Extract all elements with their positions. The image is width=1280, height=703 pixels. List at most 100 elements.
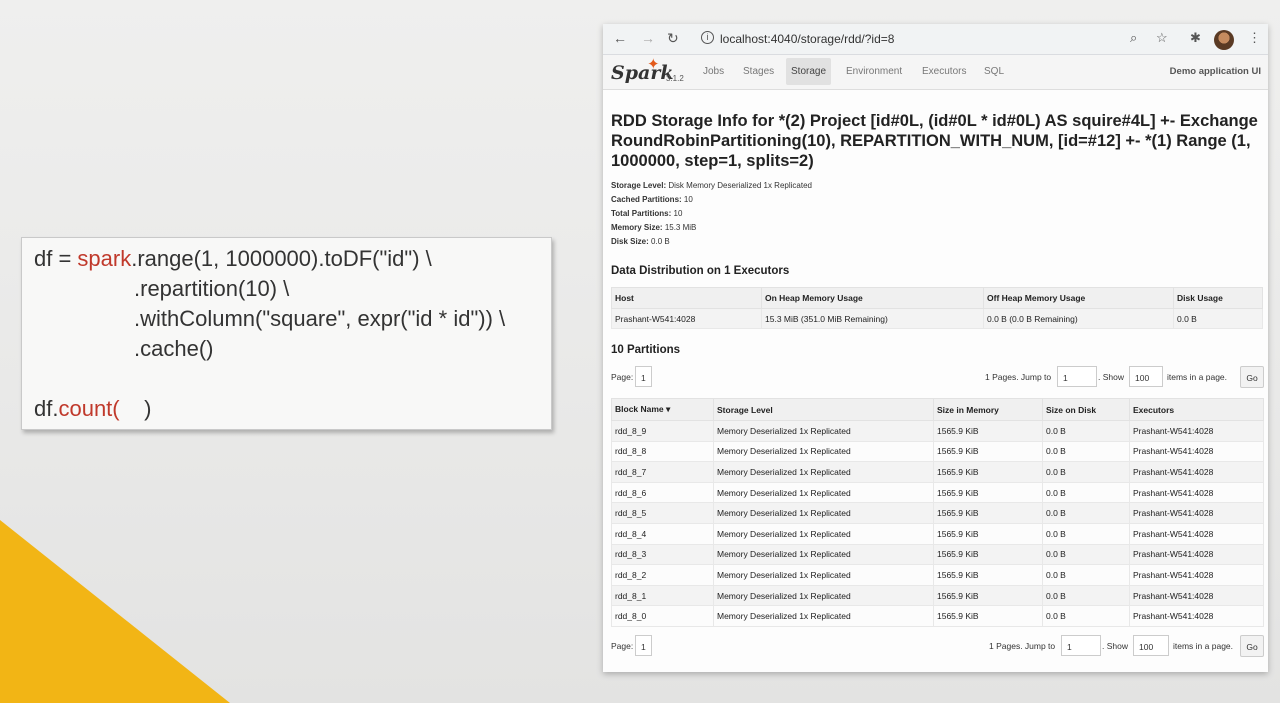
tab-storage[interactable]: Storage: [786, 58, 832, 85]
table-row: rdd_8_6 Memory Deserialized 1x Replicated…: [611, 481, 1264, 504]
page-label: Page:: [611, 641, 634, 651]
tab-sql[interactable]: SQL: [984, 66, 1004, 77]
star-icon[interactable]: ☆: [1156, 30, 1168, 46]
spark-navbar: Spark ✦ 3.1.2 Jobs Stages Storage Enviro…: [603, 55, 1268, 90]
table-header[interactable]: Block Name ▾: [611, 398, 714, 421]
spark-star-icon: ✦: [647, 56, 660, 73]
table-row: rdd_8_4 Memory Deserialized 1x Replicated…: [611, 522, 1264, 545]
tab-stages[interactable]: Stages: [743, 66, 774, 77]
table-header[interactable]: Executors: [1129, 398, 1264, 421]
info-total-partitions: Total Partitions: 10: [611, 209, 683, 218]
table-cell: 0.0 B: [1042, 605, 1130, 627]
info-cached-partitions: Cached Partitions: 10: [611, 195, 693, 204]
address-bar[interactable]: localhost:4040/storage/rdd/?id=8: [720, 32, 894, 46]
blocks-table: Block Name ▾ Storage Level Size in Memor…: [611, 398, 1264, 627]
table-cell: Memory Deserialized 1x Replicated: [713, 522, 934, 545]
info-memory-size: Memory Size: 15.3 MiB: [611, 223, 697, 232]
info-storage-level: Storage Level: Disk Memory Deserialized …: [611, 181, 812, 190]
table-row: Prashant-W541:4028 15.3 MiB (351.0 MiB R…: [611, 308, 1263, 329]
forward-arrow-icon[interactable]: →: [641, 30, 655, 46]
spark-version: 3.1.2: [666, 74, 684, 83]
table-row: rdd_8_7 Memory Deserialized 1x Replicated…: [611, 461, 1264, 483]
table-cell: 0.0 B: [1042, 564, 1130, 586]
browser-window: ← → ↻ i localhost:4040/storage/rdd/?id=8…: [603, 24, 1268, 672]
table-cell: Memory Deserialized 1x Replicated: [713, 605, 934, 627]
pagination-bottom: Page: 1 1 Pages. Jump to 1 . Show 100 it…: [611, 635, 1264, 657]
code-line-2: .repartition(10) \: [134, 276, 290, 301]
table-cell: Prashant-W541:4028: [1129, 481, 1264, 504]
table-cell: Prashant-W541:4028: [1129, 605, 1264, 627]
tab-environment[interactable]: Environment: [846, 66, 902, 77]
reload-icon[interactable]: ↻: [667, 30, 679, 47]
profile-avatar[interactable]: [1214, 30, 1234, 50]
table-cell: 0.0 B: [1042, 420, 1130, 442]
table-cell: 1565.9 KiB: [933, 461, 1043, 483]
table-cell: 1565.9 KiB: [933, 440, 1043, 463]
jump-to-input[interactable]: 1: [1061, 635, 1101, 656]
table-row: rdd_8_9 Memory Deserialized 1x Replicated…: [611, 420, 1264, 442]
page-number-link[interactable]: 1: [635, 635, 652, 656]
info-icon[interactable]: i: [701, 31, 714, 44]
table-cell: 1565.9 KiB: [933, 502, 1043, 524]
table-header[interactable]: Size in Memory: [933, 398, 1043, 421]
menu-icon[interactable]: ⋮: [1248, 30, 1261, 46]
table-cell: Memory Deserialized 1x Replicated: [713, 564, 934, 586]
table-header[interactable]: Off Heap Memory Usage: [983, 287, 1174, 309]
code-line-4: .cache(): [134, 336, 214, 361]
executor-table: Host On Heap Memory Usage Off Heap Memor…: [611, 287, 1263, 329]
extensions-icon[interactable]: ✱: [1190, 30, 1201, 46]
page-size-input[interactable]: 100: [1133, 635, 1169, 656]
table-header[interactable]: Size on Disk: [1042, 398, 1130, 421]
table-cell: 0.0 B: [1042, 543, 1130, 566]
pages-text: 1 Pages. Jump to: [989, 641, 1056, 651]
table-cell: 1565.9 KiB: [933, 584, 1043, 607]
show-text: . Show: [1102, 641, 1128, 651]
go-button[interactable]: Go: [1240, 366, 1264, 388]
table-cell: Memory Deserialized 1x Replicated: [713, 420, 934, 442]
app-name: Demo application UI: [1169, 66, 1261, 77]
page-size-input[interactable]: 100: [1129, 366, 1163, 387]
back-arrow-icon[interactable]: ←: [613, 30, 627, 46]
table-cell: 0.0 B: [1042, 440, 1130, 463]
jump-to-input[interactable]: 1: [1057, 366, 1097, 387]
table-row: rdd_8_0 Memory Deserialized 1x Replicated…: [611, 605, 1264, 627]
spark-logo[interactable]: Spark ✦ 3.1.2: [611, 56, 686, 86]
zoom-icon[interactable]: ⌕: [1130, 30, 1137, 46]
table-cell: rdd_8_5: [611, 502, 714, 524]
table-cell: 1565.9 KiB: [933, 543, 1043, 566]
pagination-top: Page: 1 1 Pages. Jump to 1 . Show 100 it…: [611, 366, 1264, 388]
go-button[interactable]: Go: [1240, 635, 1264, 657]
storage-summary: Storage Level: Disk Memory Deserialized …: [611, 179, 812, 249]
page-number-link[interactable]: 1: [635, 366, 652, 387]
table-cell: Prashant-W541:4028: [1129, 420, 1264, 442]
code-snippet: df = spark.range(1, 1000000).toDF("id") …: [21, 237, 552, 430]
info-disk-size: Disk Size: 0.0 B: [611, 237, 670, 246]
table-cell: 0.0 B: [1042, 522, 1130, 545]
page-title: RDD Storage Info for *(2) Project [id#0L…: [611, 112, 1258, 170]
tab-executors[interactable]: Executors: [922, 66, 966, 77]
table-cell: Prashant-W541:4028: [611, 308, 762, 329]
table-cell: Prashant-W541:4028: [1129, 522, 1264, 545]
table-header[interactable]: On Heap Memory Usage: [761, 287, 984, 309]
table-cell: 0.0 B: [1042, 584, 1130, 607]
table-cell: rdd_8_9: [611, 420, 714, 442]
items-text: items in a page.: [1173, 641, 1234, 651]
tab-jobs[interactable]: Jobs: [703, 66, 724, 77]
table-cell: rdd_8_3: [611, 543, 714, 566]
table-cell: 1565.9 KiB: [933, 481, 1043, 504]
partitions-heading: 10 Partitions: [611, 344, 681, 356]
table-cell: Memory Deserialized 1x Replicated: [713, 502, 934, 524]
table-header[interactable]: Disk Usage: [1173, 287, 1263, 309]
table-row: rdd_8_1 Memory Deserialized 1x Replicated…: [611, 584, 1264, 607]
table-cell: Prashant-W541:4028: [1129, 543, 1264, 566]
table-cell: 1565.9 KiB: [933, 564, 1043, 586]
table-cell: rdd_8_0: [611, 605, 714, 627]
table-cell: 1565.9 KiB: [933, 605, 1043, 627]
table-cell: 0.0 B (0.0 B Remaining): [983, 308, 1174, 329]
table-row: rdd_8_3 Memory Deserialized 1x Replicated…: [611, 543, 1264, 566]
table-cell: 0.0 B: [1042, 502, 1130, 524]
table-cell: Prashant-W541:4028: [1129, 564, 1264, 586]
table-header[interactable]: Storage Level: [713, 398, 934, 421]
table-row: rdd_8_8 Memory Deserialized 1x Replicated…: [611, 440, 1264, 463]
table-header[interactable]: Host: [611, 287, 762, 309]
